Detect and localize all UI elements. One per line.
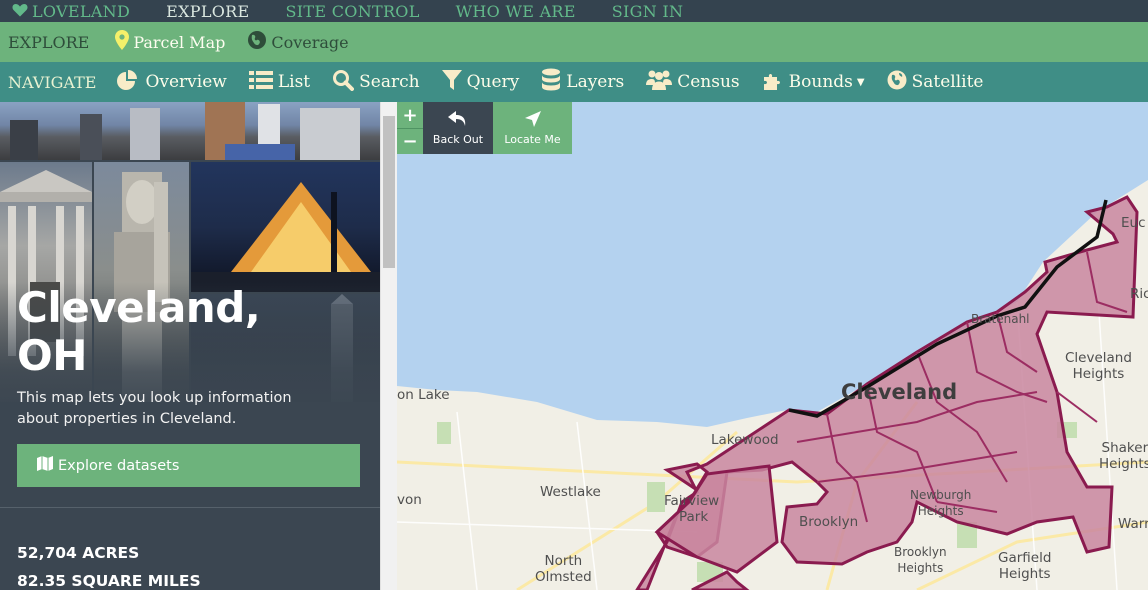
skyline-photo (0, 102, 380, 160)
globe-icon (887, 70, 912, 95)
chevron-down-icon: ▼ (856, 76, 865, 88)
map-label-warrensville: Warr (1118, 516, 1148, 532)
map-label-cleveland-heights: Cleveland Heights (1065, 350, 1132, 382)
city-name: Cleveland, (17, 283, 261, 332)
city-description: This map lets you look up information ab… (17, 390, 292, 427)
coverage-link[interactable]: Coverage (247, 30, 349, 54)
nav-who-we-are[interactable]: WHO WE ARE (456, 2, 576, 21)
zoom-control: + − (397, 102, 423, 154)
map-label-westlake: Westlake (540, 484, 601, 500)
sidebar-panel: Cleveland, OH This map lets you look up … (0, 102, 380, 590)
map-label-cleveland: Cleveland (841, 380, 958, 404)
pie-chart-icon (116, 69, 145, 96)
tab-overview-label: Overview (145, 72, 227, 92)
map-label-lakewood: Lakewood (711, 432, 779, 448)
tab-satellite-label: Satellite (911, 72, 984, 92)
map-label-richmond: Ric (1130, 286, 1148, 302)
top-nav: LOVELAND EXPLORE SITE CONTROL WHO WE ARE… (0, 0, 1148, 22)
tab-bounds-label: Bounds (788, 72, 853, 92)
page-title: Cleveland, OH (17, 284, 317, 380)
back-out-button[interactable]: Back Out (423, 102, 493, 154)
tab-layers[interactable]: Layers (541, 68, 624, 97)
state-name: OH (17, 331, 87, 380)
parcel-map[interactable]: + − Back Out Locate Me Cleveland Lakewoo… (397, 102, 1148, 590)
tab-list[interactable]: List (248, 70, 311, 95)
parcel-map-label: Parcel Map (133, 32, 226, 52)
locate-me-label: Locate Me (504, 132, 561, 146)
undo-arrow-icon (448, 110, 468, 133)
tab-overview[interactable]: Overview (116, 69, 227, 96)
nav-site-control[interactable]: SITE CONTROL (286, 2, 420, 21)
stat-square-miles: 82.35 SQUARE MILES (17, 572, 201, 590)
brand-label: LOVELAND (32, 1, 131, 21)
tab-census-label: Census (677, 72, 740, 92)
locate-me-button[interactable]: Locate Me (493, 102, 572, 154)
heart-icon (12, 2, 28, 21)
tab-search[interactable]: Search (332, 69, 420, 96)
nav-explore[interactable]: EXPLORE (166, 2, 249, 21)
map-base (397, 102, 1148, 590)
explore-bar: EXPLORE Parcel Map Coverage (0, 22, 1148, 62)
tab-query[interactable]: Query (441, 69, 520, 96)
filter-icon (441, 69, 467, 96)
tab-census[interactable]: Census (646, 69, 740, 96)
navigate-bar-label: NAVIGATE (8, 72, 97, 92)
map-label-garfield-heights: Garfield Heights (998, 550, 1052, 582)
globe-icon (247, 30, 271, 54)
tab-bounds[interactable]: Bounds ▼ (762, 69, 865, 96)
stat-acres: 52,704 ACRES (17, 544, 140, 562)
zoom-out-button[interactable]: − (397, 128, 423, 154)
map-label-euclid: Euc (1121, 215, 1146, 231)
sidebar-scrollbar[interactable] (380, 102, 397, 590)
tab-query-label: Query (466, 72, 520, 92)
map-pin-icon (115, 30, 133, 54)
map-label-shaker-heights: Shaker Heights (1099, 440, 1148, 472)
map-label-north-olmsted: North Olmsted (535, 553, 592, 585)
navigate-bar: NAVIGATE Overview List Search Query Laye… (0, 62, 1148, 102)
rock-hall-photo (191, 162, 380, 292)
map-label-bratenahl: Bratenahl (971, 312, 1030, 326)
explore-datasets-button[interactable]: Explore datasets (17, 444, 360, 487)
parcel-map-link[interactable]: Parcel Map (115, 30, 225, 54)
scrollbar-thumb[interactable] (383, 116, 395, 268)
search-icon (332, 69, 359, 96)
brand-link[interactable]: LOVELAND (12, 2, 130, 21)
hero-collage: Cleveland, OH This map lets you look up … (0, 102, 380, 507)
location-arrow-icon (524, 110, 541, 133)
tab-satellite[interactable]: Satellite (887, 70, 984, 95)
tab-search-label: Search (359, 72, 420, 92)
map-label-newburgh-heights: Newburgh Heights (910, 488, 972, 518)
database-icon (541, 68, 566, 97)
explore-datasets-label: Explore datasets (58, 457, 180, 474)
back-out-label: Back Out (432, 132, 484, 146)
map-icon (37, 456, 58, 475)
map-label-avon-lake: on Lake (397, 387, 450, 403)
map-label-avon: von (397, 492, 422, 508)
map-label-fairview-park: Fairview Park (664, 493, 720, 525)
map-label-brooklyn-heights: Brooklyn Heights (894, 545, 947, 575)
users-icon (646, 69, 677, 96)
tab-list-label: List (277, 72, 311, 92)
coverage-label: Coverage (271, 32, 349, 52)
nav-sign-in[interactable]: SIGN IN (612, 2, 684, 21)
explore-bar-label: EXPLORE (8, 32, 90, 52)
map-label-brooklyn: Brooklyn (799, 514, 859, 530)
zoom-in-button[interactable]: + (397, 102, 423, 128)
list-icon (248, 70, 278, 95)
tab-layers-label: Layers (566, 72, 625, 92)
puzzle-icon (762, 69, 789, 96)
